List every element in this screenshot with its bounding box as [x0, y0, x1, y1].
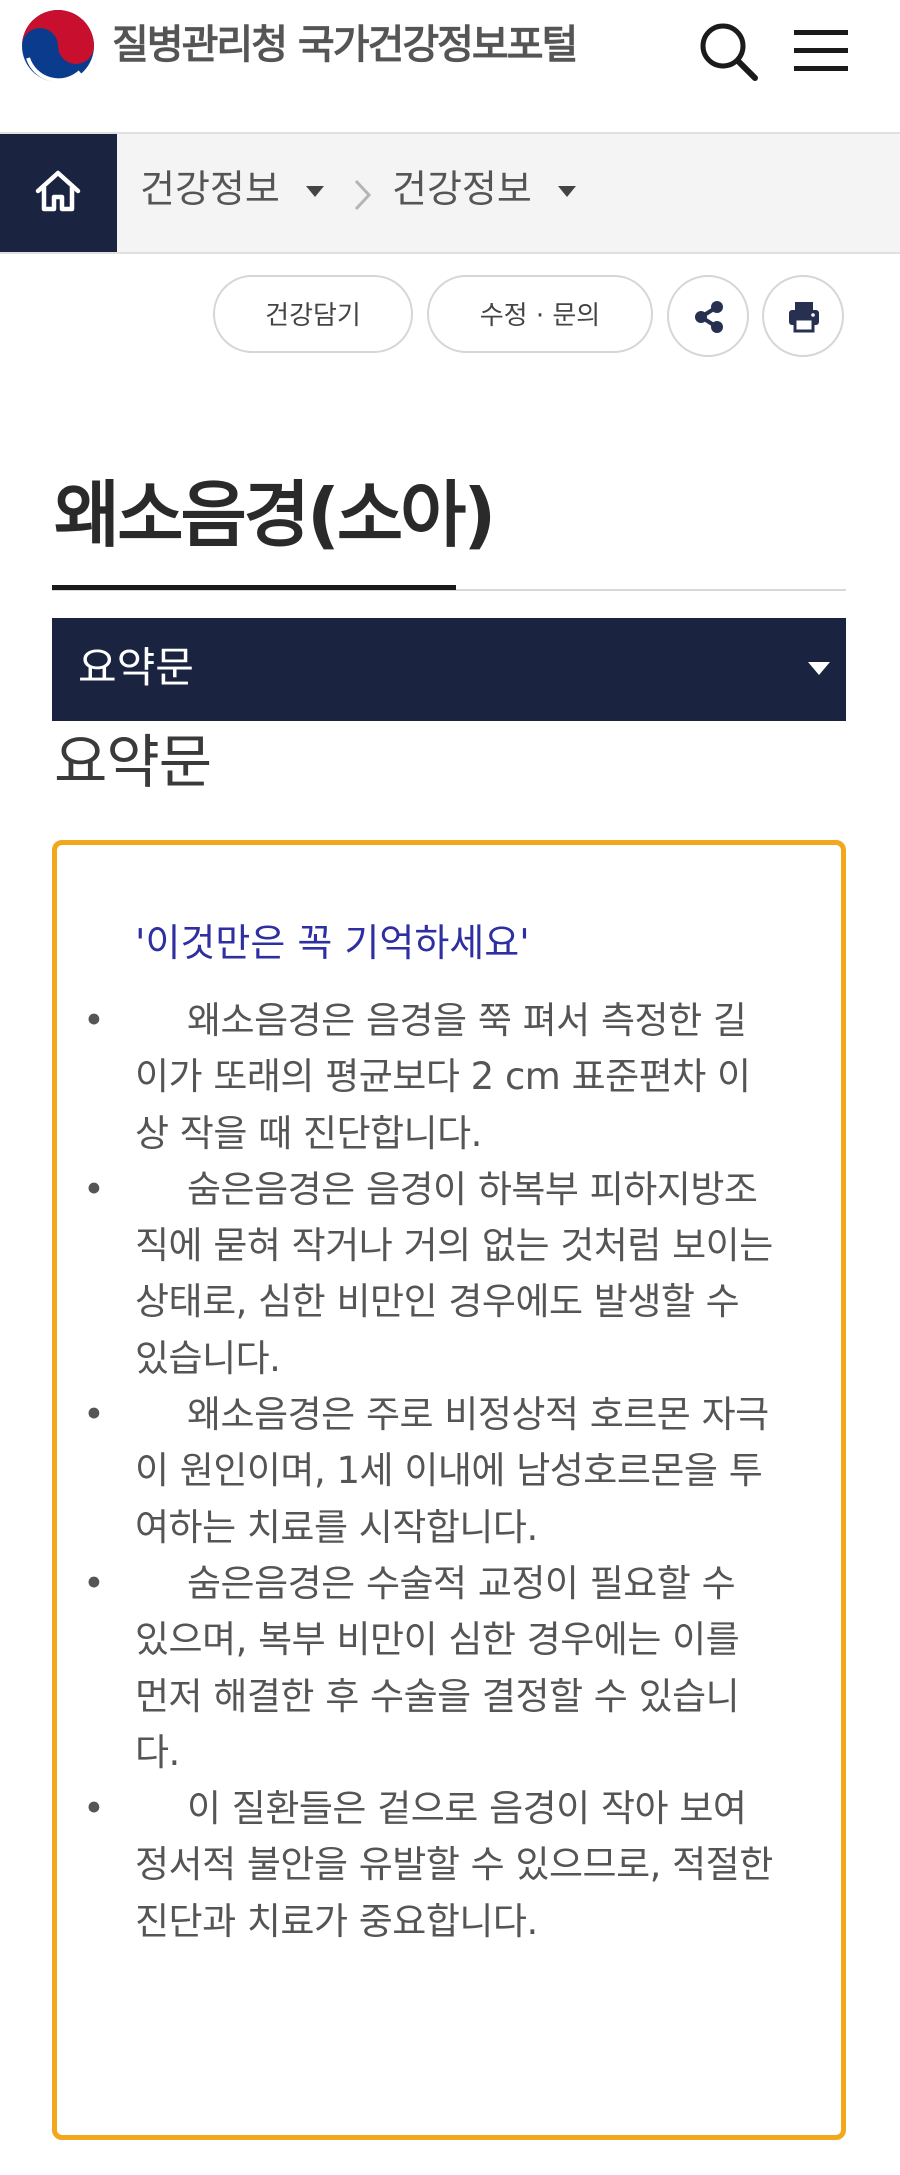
site-header: 질병관리청 국가건강정보포털: [0, 0, 900, 132]
chevron-down-icon: [305, 186, 324, 197]
list-item-text: 숨은음경은 수술적 교정이 필요할 수 있으며, 복부 비만이 심한 경우에는 …: [135, 1561, 740, 1774]
bullet: •: [83, 999, 105, 1042]
accordion-label: 요약문: [78, 643, 194, 692]
bullet: •: [83, 1561, 105, 1605]
summary-accordion[interactable]: 요약문: [52, 618, 846, 721]
title-underline: [52, 585, 456, 590]
breadcrumb-item-subcategory[interactable]: 건강정보: [392, 134, 576, 252]
print-button[interactable]: [762, 275, 844, 357]
breadcrumb-item-label: 건강정보: [140, 167, 280, 211]
share-icon: [695, 301, 723, 333]
bullet: •: [83, 1167, 105, 1211]
site-name[interactable]: 질병관리청 국가건강정보포털: [112, 20, 578, 70]
share-button[interactable]: [667, 275, 749, 357]
chevron-down-icon: [557, 186, 576, 197]
chevron-down-icon: [808, 662, 830, 675]
summary-box: '이것만은 꼭 기억하세요' • 왜소음경은 음경을 쭉 펴서 측정한 길이가 또…: [52, 840, 846, 2140]
home-button[interactable]: [0, 134, 117, 252]
breadcrumb-item-category[interactable]: 건강정보: [140, 134, 324, 252]
page-title: 왜소음경(소아): [54, 473, 496, 557]
summary-heading: '이것만은 꼭 기억하세요': [135, 921, 530, 965]
taeguk-logo-icon[interactable]: [20, 8, 96, 84]
list-item-text: 왜소음경은 음경을 쭉 펴서 측정한 길이가 또래의 평균보다 2 cm 표준편…: [135, 999, 751, 1155]
feedback-button[interactable]: 수정 · 문의: [427, 275, 653, 353]
breadcrumb: 건강정보 건강정보: [0, 134, 900, 254]
search-icon[interactable]: [695, 18, 761, 84]
bullet: •: [83, 1393, 105, 1437]
breadcrumb-item-label: 건강정보: [392, 167, 532, 211]
list-item: • 숨은음경은 수술적 교정이 필요할 수 있으며, 복부 비만이 심한 경우에는…: [83, 1556, 775, 1781]
list-item-text: 왜소음경은 주로 비정상적 호르몬 자극이 원인이며, 1세 이내에 남성호르몬…: [135, 1393, 769, 1549]
section-heading: 요약문: [54, 728, 212, 796]
home-icon: [35, 170, 81, 212]
save-health-button[interactable]: 건강담기: [213, 275, 413, 353]
hamburger-menu-icon[interactable]: [790, 22, 852, 80]
list-item: • 왜소음경은 음경을 쭉 펴서 측정한 길이가 또래의 평균보다 2 cm 표준…: [83, 993, 775, 1162]
list-item: • 이 질환들은 겉으로 음경이 작아 보여 정서적 불안을 유발할 수 있으므로…: [83, 1781, 775, 1950]
bullet: •: [83, 1787, 105, 1831]
chevron-right-icon: [354, 179, 372, 211]
list-item: • 숨은음경은 음경이 하복부 피하지방조직에 묻혀 작거나 거의 없는 것처럼 …: [83, 1162, 775, 1387]
summary-list: • 왜소음경은 음경을 쭉 펴서 측정한 길이가 또래의 평균보다 2 cm 표준…: [83, 993, 775, 1950]
print-icon: [789, 302, 819, 333]
list-item-text: 이 질환들은 겉으로 음경이 작아 보여 정서적 불안을 유발할 수 있으므로,…: [135, 1787, 773, 1943]
list-item-text: 숨은음경은 음경이 하복부 피하지방조직에 묻혀 작거나 거의 없는 것처럼 보…: [135, 1167, 773, 1380]
list-item: • 왜소음경은 주로 비정상적 호르몬 자극이 원인이며, 1세 이내에 남성호르…: [83, 1387, 775, 1556]
